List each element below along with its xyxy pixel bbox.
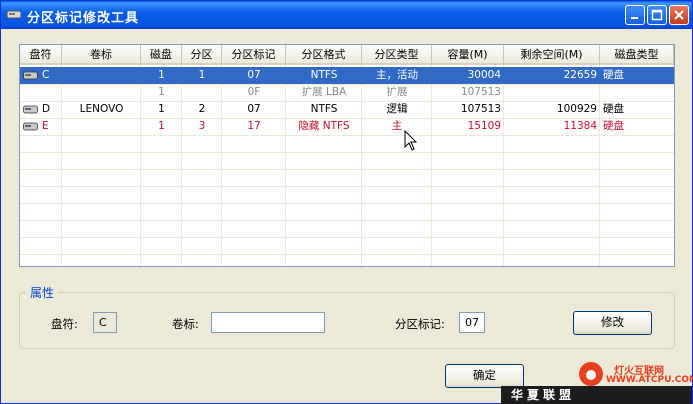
cell-label [62, 84, 141, 101]
cell-disk: 1 [158, 86, 165, 98]
cell-format: 隐藏 NTFS [298, 120, 350, 132]
watermark-url: WWW.ATCPU.COM [606, 375, 693, 385]
window-title: 分区标记修改工具 [27, 11, 140, 26]
cell-free: 11384 [563, 120, 597, 132]
cell-type: 扩展 [386, 86, 408, 98]
cell-free [504, 84, 600, 101]
cell-dtype [600, 84, 674, 101]
drive-field: C [93, 312, 117, 333]
cell-mark: 0F [247, 86, 261, 98]
col-mark-header[interactable]: 分区标记 [222, 45, 286, 65]
mark-label: 分区标记: [395, 317, 445, 331]
partition-list[interactable]: 盘符 卷标 磁盘 分区 分区标记 分区格式 分区类型 容量(M) 剩余空间(M)… [19, 44, 675, 267]
close-button[interactable] [669, 5, 689, 25]
mouse-cursor-icon [404, 130, 418, 151]
main-window: 分区标记修改工具 盘符 卷标 磁盘 分区 分区标记 分区格式 分区类型 容量(M… [0, 0, 693, 404]
fire-logo-icon [579, 362, 603, 386]
cell-label: LENOVO [79, 103, 124, 115]
table-row[interactable]: D LENOVO 1 2 07 NTFS 逻辑 107513 100929 硬盘 [20, 101, 674, 118]
cell-dtype: 硬盘 [603, 69, 624, 81]
col-drive-header[interactable]: 盘符 [20, 45, 62, 65]
table-row[interactable]: C 1 1 07 NTFS 主，活动 30004 22659 硬盘 [20, 67, 674, 84]
cell-label [62, 67, 141, 84]
close-icon [674, 10, 684, 20]
cell-label [62, 118, 141, 135]
banner-text: 华夏联盟 [511, 388, 576, 402]
drive-label: 盘符: [51, 317, 78, 331]
cell-disk: 1 [158, 120, 165, 132]
table-row[interactable]: 1 0F 扩展 LBA 扩展 107513 [20, 84, 674, 101]
col-label-header[interactable]: 卷标 [62, 45, 141, 65]
properties-group-title: 属性 [26, 284, 59, 301]
cell-drive: E [42, 120, 49, 132]
col-disk-header[interactable]: 磁盘 [141, 45, 182, 65]
cell-part: 1 [198, 69, 206, 81]
cell-drive: C [42, 69, 50, 81]
title-bar[interactable]: 分区标记修改工具 [1, 1, 692, 29]
cell-free: 100929 [556, 103, 597, 115]
cell-dtype: 硬盘 [603, 120, 624, 132]
site-watermark: 灯火互联网 WWW.ATCPU.COM [576, 359, 693, 387]
cell-format: NTFS [310, 69, 338, 81]
col-size-header[interactable]: 容量(M) [432, 45, 504, 65]
cell-size: 15109 [467, 120, 501, 132]
cell-drive [39, 84, 61, 101]
maximize-icon [651, 9, 663, 21]
minimize-icon [631, 17, 638, 19]
mark-input[interactable]: 07 [459, 312, 485, 333]
cell-size: 30004 [467, 69, 501, 81]
cell-part: 3 [198, 120, 206, 132]
cell-type: 主 [391, 120, 403, 132]
col-free-header[interactable]: 剩余空间(M) [504, 45, 600, 65]
hard-disk-icon [23, 105, 38, 114]
volume-input[interactable] [211, 312, 325, 333]
cell-free: 22659 [563, 69, 597, 81]
site-banner: 华夏联盟 [501, 386, 692, 404]
col-part-header[interactable]: 分区 [182, 45, 222, 65]
cell-mark: 07 [247, 103, 261, 115]
table-row[interactable]: E 1 3 17 隐藏 NTFS 主 15109 11384 硬盘 [20, 118, 674, 135]
cell-disk: 1 [158, 103, 165, 115]
list-header: 盘符 卷标 磁盘 分区 分区标记 分区格式 分区类型 容量(M) 剩余空间(M)… [20, 45, 674, 65]
col-dtype-header[interactable]: 磁盘类型 [600, 45, 674, 65]
hard-disk-icon [23, 71, 38, 80]
cell-dtype: 硬盘 [603, 103, 624, 115]
cell-mark: 17 [247, 120, 261, 132]
cell-drive: D [42, 103, 51, 115]
cell-part: 2 [198, 103, 206, 115]
cell-format: 扩展 LBA [301, 86, 347, 98]
col-type-header[interactable]: 分区类型 [362, 45, 432, 65]
col-format-header[interactable]: 分区格式 [286, 45, 362, 65]
hard-disk-icon [23, 122, 38, 131]
cell-format: NTFS [310, 103, 338, 115]
cell-size: 107513 [460, 103, 501, 115]
volume-label: 卷标: [172, 317, 199, 331]
cell-type: 主，活动 [376, 69, 418, 81]
ok-button[interactable]: 确定 [445, 364, 524, 388]
maximize-button[interactable] [647, 5, 667, 25]
cell-size: 107513 [460, 86, 501, 98]
cell-type: 逻辑 [386, 103, 408, 115]
cell-part [182, 84, 222, 101]
disk-app-icon [6, 10, 22, 19]
modify-button[interactable]: 修改 [573, 311, 652, 335]
cell-mark: 07 [247, 69, 261, 81]
cell-disk: 1 [158, 69, 165, 81]
minimize-button[interactable] [625, 5, 645, 25]
